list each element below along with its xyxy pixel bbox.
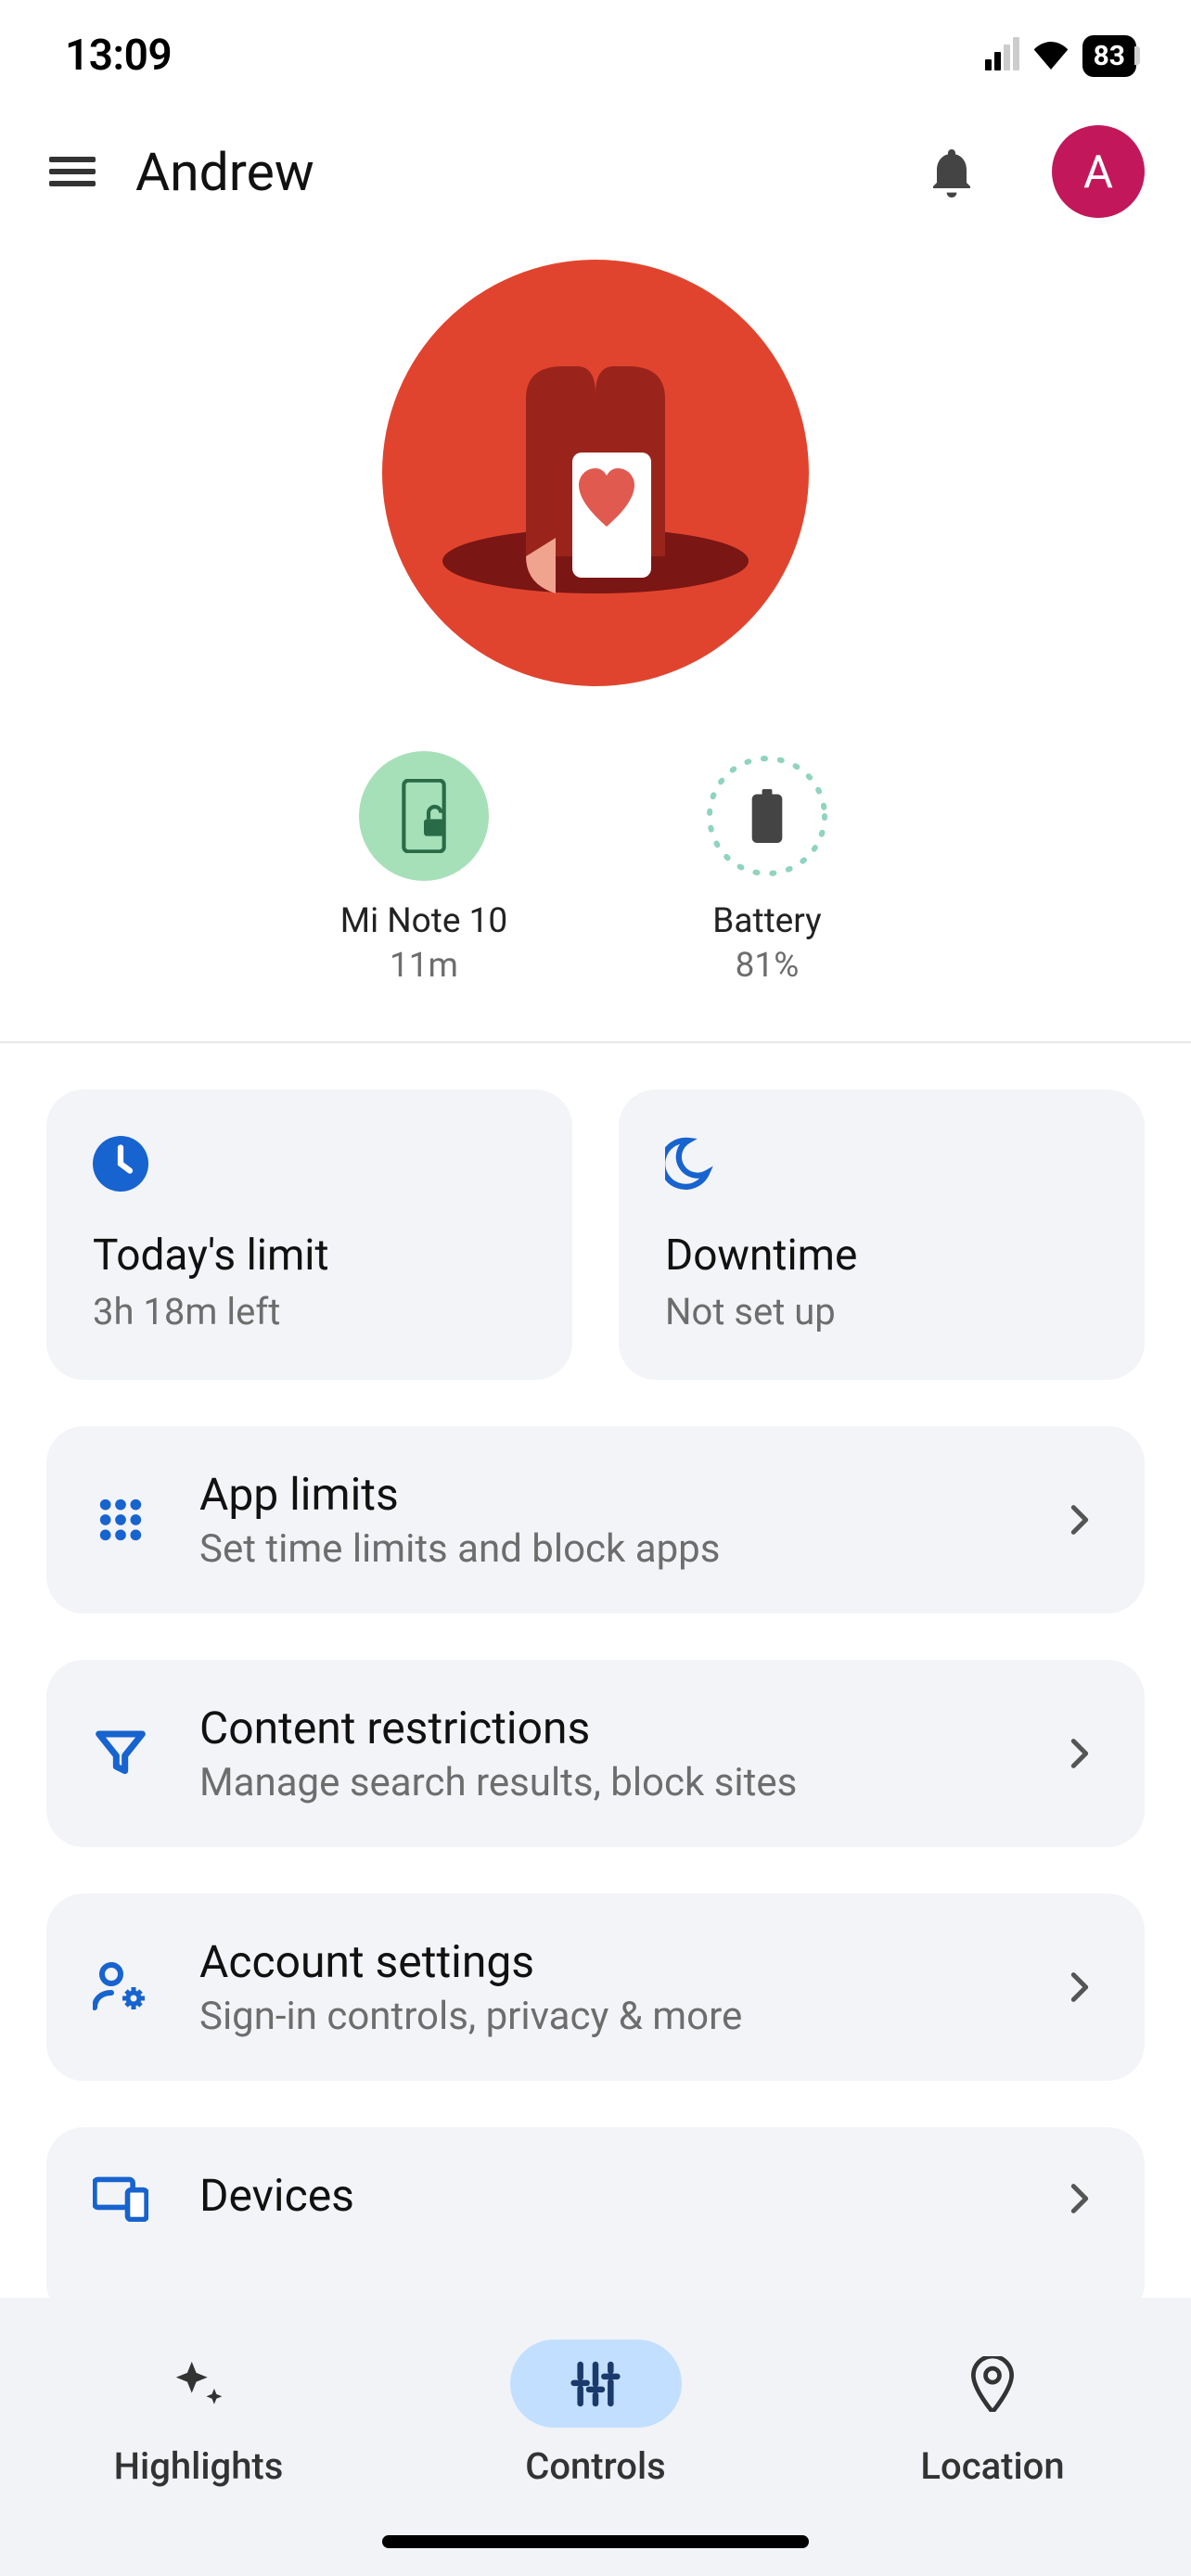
notifications-button[interactable] — [926, 146, 978, 198]
avatar-initial: A — [1083, 146, 1113, 198]
nav-highlights[interactable]: Highlights — [2, 2340, 395, 2488]
chevron-right-icon — [1061, 1969, 1098, 2006]
chevron-right-icon — [1061, 2180, 1098, 2217]
wifi-icon — [1032, 42, 1069, 70]
nav-controls-label: Controls — [525, 2444, 666, 2488]
hero: Mi Note 10 11m Battery 81% — [0, 232, 1191, 1041]
downtime-sub: Not set up — [665, 1290, 1098, 1333]
grid-icon — [93, 1492, 148, 1548]
device-name: Mi Note 10 — [340, 901, 507, 941]
hat-icon — [442, 352, 749, 593]
chevron-right-icon — [1061, 1735, 1098, 1772]
content-sub: Manage search results, block sites — [199, 1760, 1010, 1805]
status-time: 13:09 — [65, 31, 172, 81]
app-bar: Andrew A — [0, 111, 1191, 232]
sliders-icon — [570, 2358, 621, 2410]
device-status[interactable]: Mi Note 10 11m — [331, 751, 517, 986]
person-settings-icon — [93, 1959, 148, 2015]
status-bar: 13:09 83 — [0, 0, 1191, 111]
account-settings-row[interactable]: Account settings Sign-in controls, priva… — [46, 1894, 1145, 2081]
downtime-title: Downtime — [665, 1231, 1098, 1281]
downtime-tile[interactable]: Downtime Not set up — [619, 1090, 1145, 1380]
profile-illustration — [382, 260, 809, 686]
sparkle-icon — [172, 2357, 225, 2411]
devices-row[interactable]: Devices — [46, 2127, 1145, 2298]
content-restrictions-row[interactable]: Content restrictions Manage search resul… — [46, 1660, 1145, 1847]
battery-level: 83 — [1082, 35, 1136, 77]
home-indicator[interactable] — [382, 2535, 809, 2548]
device-last-seen: 11m — [390, 946, 458, 986]
account-title: Account settings — [199, 1935, 1010, 1988]
battery-bubble — [702, 751, 832, 881]
filter-icon — [93, 1726, 148, 1781]
chevron-right-icon — [1061, 1501, 1098, 1538]
bottom-nav: Highlights Controls Location — [0, 2298, 1191, 2576]
hamburger-icon — [49, 153, 96, 190]
battery-label: Battery — [712, 901, 821, 941]
menu-button[interactable] — [46, 146, 98, 198]
nav-controls[interactable]: Controls — [399, 2340, 792, 2488]
today-limit-tile[interactable]: Today's limit 3h 18m left — [46, 1090, 572, 1380]
clock-icon — [93, 1136, 148, 1192]
location-pin-icon — [971, 2356, 1014, 2412]
nav-location[interactable]: Location — [796, 2340, 1189, 2488]
tiles-row: Today's limit 3h 18m left Downtime Not s… — [46, 1090, 1145, 1380]
today-limit-title: Today's limit — [93, 1231, 526, 1281]
battery-percent: 81% — [736, 946, 800, 986]
app-limits-title: App limits — [199, 1468, 1010, 1521]
app-limits-sub: Set time limits and block apps — [199, 1526, 1010, 1572]
status-right: 83 — [985, 35, 1140, 77]
devices-icon — [93, 2171, 148, 2226]
nav-location-label: Location — [920, 2444, 1064, 2488]
today-limit-sub: 3h 18m left — [93, 1290, 526, 1333]
battery-tip-icon — [1134, 46, 1140, 65]
phone-unlocked-icon — [402, 779, 446, 853]
cards-area: Today's limit 3h 18m left Downtime Not s… — [0, 1043, 1191, 2298]
nav-highlights-label: Highlights — [114, 2444, 284, 2488]
devices-title: Devices — [199, 2169, 1010, 2222]
moon-icon — [665, 1136, 721, 1192]
content-title: Content restrictions — [199, 1702, 1010, 1754]
bell-icon — [928, 146, 975, 198]
page-title: Andrew — [135, 141, 889, 203]
signal-icon — [985, 41, 1019, 70]
battery-status[interactable]: Battery 81% — [674, 751, 860, 986]
account-sub: Sign-in controls, privacy & more — [199, 1994, 1010, 2039]
status-row: Mi Note 10 11m Battery 81% — [331, 751, 860, 986]
avatar[interactable]: A — [1052, 125, 1145, 218]
app-limits-row[interactable]: App limits Set time limits and block app… — [46, 1426, 1145, 1613]
device-bubble — [359, 751, 489, 881]
